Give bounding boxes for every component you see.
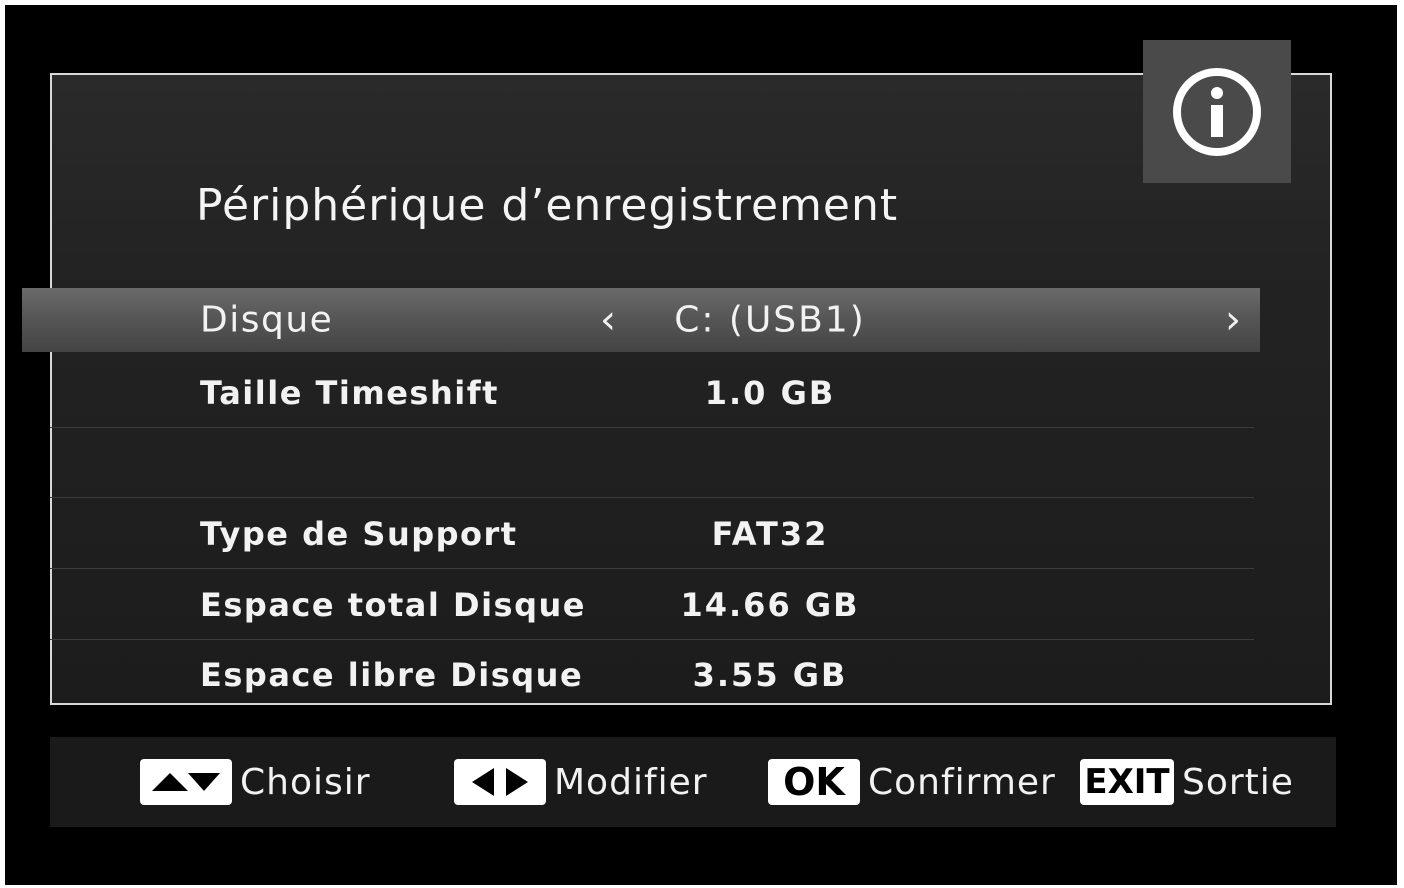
exit-key: EXIT xyxy=(1080,759,1174,805)
hint-label: Choisir xyxy=(240,761,371,803)
key-hints-bar: Choisir Modifier OK Confirmer EXIT Sorti… xyxy=(50,737,1336,827)
hint-label: Modifier xyxy=(554,761,708,803)
ok-key: OK xyxy=(768,759,860,805)
info-badge xyxy=(1143,40,1291,183)
setting-row-timeshift[interactable]: Taille Timeshift 1.0 GB xyxy=(50,358,1254,428)
setting-value: FAT32 xyxy=(711,514,829,553)
setting-label: Espace total Disque xyxy=(200,585,586,624)
info-circle-icon xyxy=(1173,67,1261,156)
setting-label: Type de Support xyxy=(200,514,518,553)
setting-value: 14.66 GB xyxy=(680,585,860,624)
setting-row-disque[interactable]: Disque ‹ C: (USB1) › xyxy=(22,288,1260,352)
setting-label: Disque xyxy=(200,299,334,341)
hint-modify[interactable]: Modifier xyxy=(454,757,708,807)
up-down-arrows-icon xyxy=(140,759,232,805)
hint-label: Sortie xyxy=(1182,761,1294,803)
chevron-left-icon[interactable]: ‹ xyxy=(600,300,616,340)
setting-value: 3.55 GB xyxy=(692,656,848,694)
setting-label: Taille Timeshift xyxy=(200,373,499,412)
page-title: Périphérique d’enregistrement xyxy=(196,180,899,231)
setting-value: 1.0 GB xyxy=(704,373,836,412)
hint-exit[interactable]: EXIT Sortie xyxy=(1080,757,1294,807)
chevron-right-icon[interactable]: › xyxy=(1225,300,1241,340)
setting-row-free-space[interactable]: Espace libre Disque 3.55 GB xyxy=(50,640,1254,710)
setting-label: Espace libre Disque xyxy=(200,656,584,694)
hint-label: Confirmer xyxy=(868,761,1056,803)
setting-value: C: (USB1) xyxy=(674,299,866,341)
hint-choose[interactable]: Choisir xyxy=(140,757,371,807)
setting-row-total-space[interactable]: Espace total Disque 14.66 GB xyxy=(50,570,1254,640)
left-right-arrows-icon xyxy=(454,759,546,805)
hint-confirm[interactable]: OK Confirmer xyxy=(768,757,1056,807)
setting-row-empty xyxy=(50,428,1254,498)
setting-row-support-type[interactable]: Type de Support FAT32 xyxy=(50,499,1254,569)
